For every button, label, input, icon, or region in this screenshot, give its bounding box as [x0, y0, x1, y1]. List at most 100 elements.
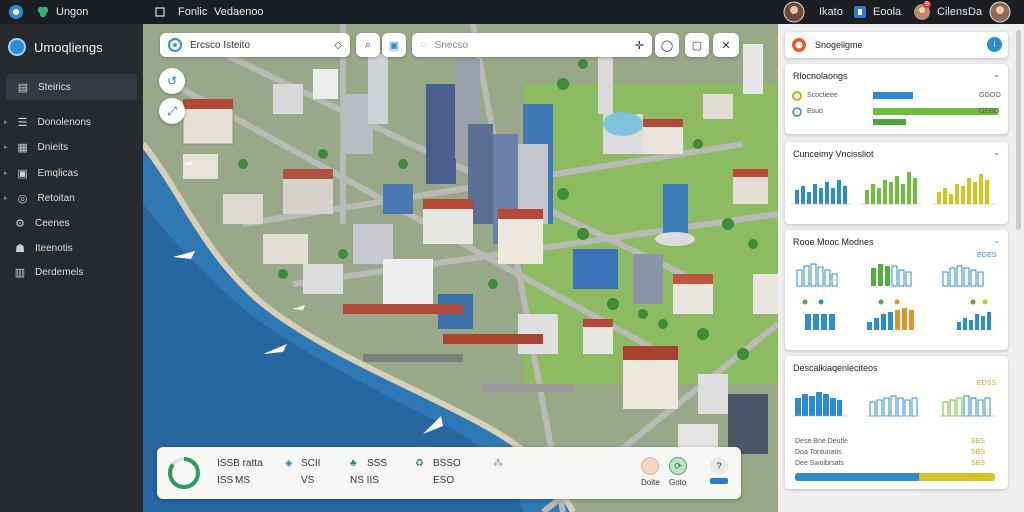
row-2-label: Doa Tontunatis — [795, 449, 842, 456]
sidebar-item-label: Iteenotis — [35, 242, 73, 254]
info-button[interactable]: i — [987, 37, 1002, 52]
app-brand[interactable]: Ungon — [36, 0, 88, 24]
search-icon: ○ — [420, 39, 427, 51]
sidebar-item-label: Emqlicas — [37, 167, 79, 179]
radio-2-icon — [792, 107, 802, 117]
row-3-value: SBS — [971, 460, 986, 467]
card-recommendations: Rlocnolaongs ⌄ Scoctieee GGOO Esuo GEBO — [785, 64, 1008, 134]
stat-4-bottom: ESO — [433, 475, 455, 486]
sidebar-item-label: Ceenes — [35, 217, 70, 229]
close-icon: ✕ — [721, 39, 731, 52]
compass-button[interactable]: ↺ — [159, 68, 185, 94]
topbar-notifications[interactable]: 9 Cilens — [913, 0, 968, 24]
chevron-down-icon[interactable]: ⌄ — [993, 148, 1000, 157]
square-icon — [854, 6, 866, 18]
stat-1-top: ISSB ratta — [217, 458, 263, 469]
list-icon: ☰ — [17, 116, 28, 129]
bottom-stats-panel: ISSB ratta ISS MS ◈ SCII VS ♣ SSS NS IIS… — [157, 447, 741, 499]
help-icon[interactable]: ? — [710, 457, 728, 475]
sidebar-item-label: Dnieits — [37, 141, 69, 153]
action-2-icon[interactable]: ⟳ — [669, 457, 687, 475]
sidebar-item-label: Donolenons — [37, 116, 91, 128]
calendar-icon: ▥ — [14, 266, 26, 279]
map-search-placeholder: Snecso — [434, 39, 469, 51]
sidebar-header[interactable]: Umoqliengs — [8, 38, 103, 56]
notification-badge: 9 — [923, 1, 931, 8]
topbar-label-2: Eoola — [873, 6, 902, 18]
sidebar-item-5[interactable]: ⚙ Ceenes — [13, 213, 69, 233]
sidebar: Umoqliengs ▤ Steirics ▸ ☰ Donolenons ▸ ▦ Dni… — [0, 24, 143, 512]
sidebar-item-3[interactable]: ▸ ▣ Emqlicas — [4, 163, 78, 183]
sidebar-item-2[interactable]: ▸ ▦ Dnieits — [4, 137, 68, 157]
sidebar-item-6[interactable]: ☗ Iteenotis — [13, 238, 73, 258]
location-search-label: Ercsco Isteito — [190, 39, 251, 51]
compass-icon: ↺ — [166, 74, 178, 88]
tool-search-button[interactable]: ⌕ — [356, 33, 380, 57]
card-2-title: Cunceimy Vncissliot — [793, 149, 874, 159]
location-search[interactable]: Ercsco Isteito ◇ — [160, 33, 350, 57]
card-3-title: Rooe Mooc Modnes — [793, 237, 874, 247]
users-icon: ☗ — [15, 242, 25, 255]
tool-layer-button[interactable]: ▣ — [382, 33, 406, 57]
app-logo-icon — [9, 5, 23, 19]
chat-button[interactable]: ◯ — [655, 33, 679, 57]
layer-icon: ▣ — [388, 39, 400, 52]
pin-icon[interactable]: ◇ — [334, 40, 342, 51]
action-2-label: Goto — [669, 478, 687, 487]
sidebar-title: Umoqliengs — [34, 39, 103, 55]
leaf-icon: ♣ — [350, 458, 357, 469]
menu-item-1[interactable]: Fonlic — [178, 0, 207, 24]
shield-icon: ◈ — [285, 458, 293, 469]
close-button[interactable]: ✕ — [713, 33, 739, 57]
row-1-value: SBS — [971, 438, 986, 445]
menu-label-1: Fonlic — [178, 6, 208, 18]
sidebar-item-label: Retoitan — [37, 192, 75, 204]
account-avatar[interactable] — [989, 0, 1011, 24]
split-view-button[interactable]: ▢ — [685, 33, 709, 57]
chevron-down-icon[interactable]: ⌄ — [993, 70, 1000, 79]
user-profile[interactable]: Ikato — [783, 0, 843, 24]
progress-bar-3 — [873, 119, 906, 125]
sidebar-item-active[interactable]: ▤ Steirics — [6, 74, 137, 100]
settings-icon: ⚙ — [15, 217, 25, 230]
row-1-value: GGOO — [979, 92, 1001, 99]
city-map[interactable]: ↺ ⤢ — [143, 24, 778, 512]
recycle-icon: ♻ — [415, 458, 424, 469]
stat-3-top: SSS — [367, 458, 388, 469]
action-1-icon[interactable] — [641, 457, 659, 475]
chevron-right-icon: ▸ — [4, 119, 8, 126]
sidebar-item-1[interactable]: ▸ ☰ Donolenons — [4, 112, 91, 132]
layers-icon: ▣ — [17, 167, 28, 180]
window-icon — [155, 7, 165, 17]
map-search-input[interactable]: ○ Snecso ✛ — [412, 33, 652, 57]
card-2-charts — [791, 172, 995, 205]
stat-2-top: SCII — [301, 458, 321, 469]
summary-progress-fill — [795, 473, 919, 481]
brand-icon — [792, 38, 806, 52]
right-panel-scrollbar[interactable] — [1016, 30, 1021, 230]
sidebar-item-7[interactable]: ▥ Derdemels — [13, 262, 84, 282]
card-discharge-locations: Descalkiaqenleciteos EDSS Dese Bne Deutl… — [785, 356, 1008, 489]
chat-icon: ◯ — [660, 39, 674, 52]
help-indicator — [710, 478, 728, 484]
app-logo[interactable] — [8, 0, 24, 24]
progress-bar-1 — [873, 92, 913, 99]
account-avatar-icon — [989, 1, 1011, 23]
split-view-icon: ▢ — [691, 39, 703, 52]
chevron-right-icon: ▸ — [4, 170, 8, 177]
sidebar-item-label: Derdemels — [35, 266, 84, 278]
card-currency-visualization: Cunceimy Vncissliot ⌄ — [785, 142, 1008, 224]
action-1-label: Doite — [641, 478, 660, 487]
sidebar-item-4[interactable]: ▸ ◎ Retoitan — [4, 188, 75, 208]
menu-item-2[interactable]: Vedaenoo — [214, 0, 264, 24]
cluster-icon: ⁂ — [493, 458, 503, 469]
crosshair-icon[interactable]: ✛ — [635, 39, 644, 52]
panel-header: Snogeligme i — [785, 32, 1008, 58]
menu-window[interactable] — [155, 0, 165, 24]
topbar-item-4[interactable]: Da — [968, 0, 982, 24]
fullscreen-button[interactable]: ⤢ — [159, 98, 185, 124]
menu-label-2: Vedaenoo — [214, 6, 264, 18]
topbar-item-2[interactable]: Eoola — [853, 0, 901, 24]
chevron-down-icon[interactable]: ⌄ — [993, 236, 1000, 245]
chevron-right-icon: ▸ — [4, 144, 8, 151]
